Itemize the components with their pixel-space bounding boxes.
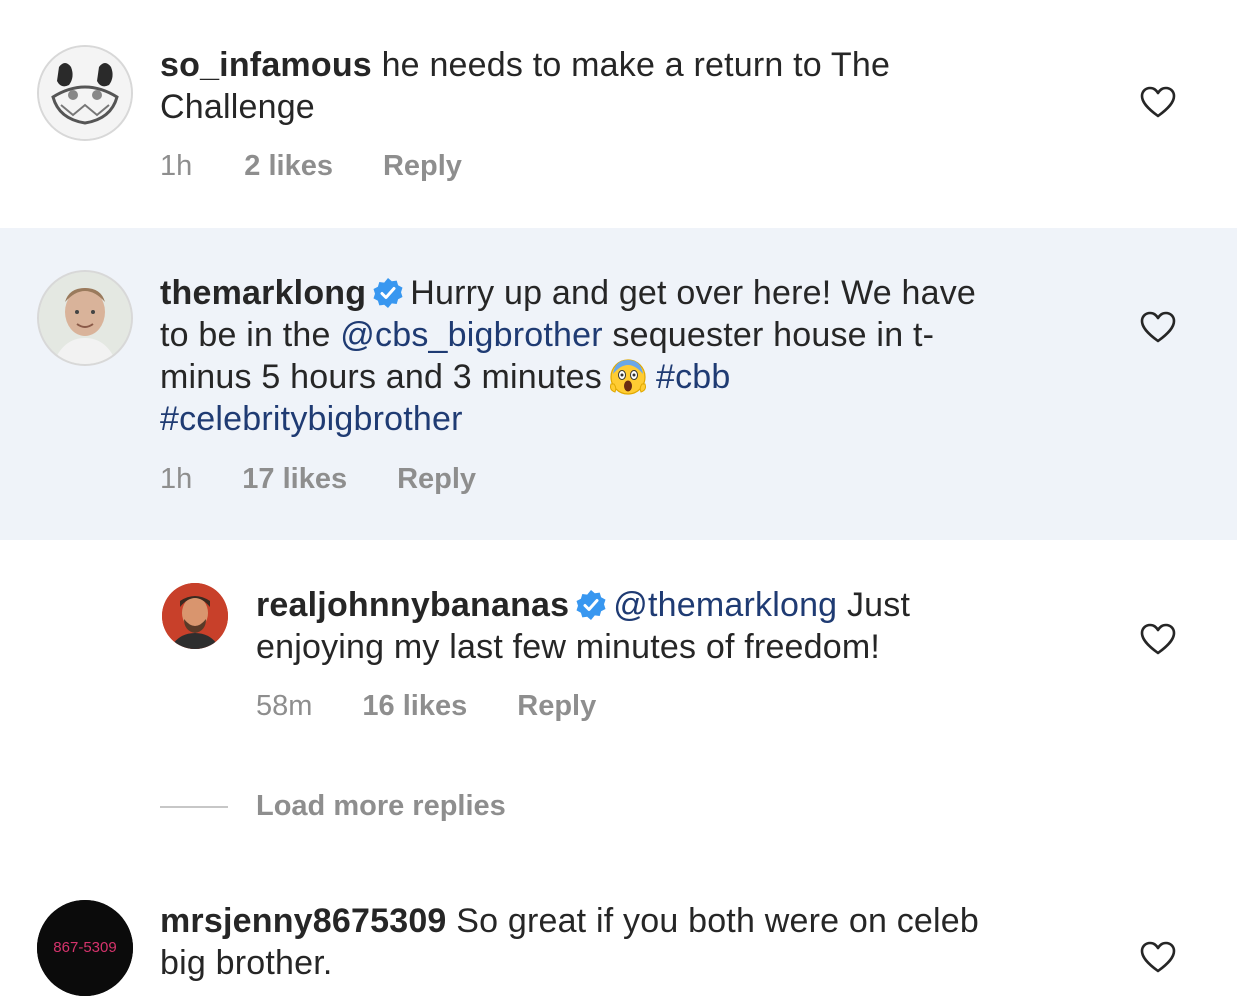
mention-link[interactable]: @cbs_bigbrother — [340, 316, 602, 354]
avatar-photo-icon — [39, 272, 131, 364]
comment-body-line3: minus 5 hours and 3 minutes — [160, 358, 602, 396]
likes-count[interactable]: 17 likes — [242, 463, 347, 496]
comment-body-line2: big brother. — [160, 944, 333, 982]
mention-link[interactable]: @themarklong — [613, 586, 837, 624]
avatar-photo-icon — [162, 583, 228, 649]
username[interactable]: mrsjenny8675309 — [160, 902, 447, 940]
comment-body-line1: Just — [846, 586, 911, 624]
reply-realjohnnybananas: realjohnnybananas @themarklong Just enjo… — [0, 540, 1237, 760]
avatar[interactable] — [37, 45, 133, 141]
comment-themarklong: themarklong Hurry up and get over here! … — [0, 228, 1237, 540]
heart-icon[interactable] — [1139, 85, 1177, 119]
reply-button[interactable]: Reply — [397, 463, 476, 496]
verified-badge-icon — [373, 278, 403, 308]
likes-count[interactable]: 16 likes — [362, 690, 467, 723]
username[interactable]: realjohnnybananas — [256, 586, 569, 624]
divider-line — [160, 805, 228, 808]
reply-button[interactable]: Reply — [383, 150, 462, 183]
comment-body-line1: he needs to make a return to The — [381, 46, 891, 84]
heart-icon[interactable] — [1139, 310, 1177, 344]
comment-meta: 1h 17 likes Reply — [160, 463, 476, 496]
comment-meta: 58m 16 likes Reply — [256, 690, 596, 723]
avatar-text: 867-5309 — [53, 939, 116, 956]
comment-body-line1: So great if you both were on celeb — [456, 902, 979, 940]
load-more-replies[interactable]: Load more replies — [160, 790, 506, 823]
comment-body-line2: Challenge — [160, 88, 315, 126]
likes-count[interactable]: 2 likes — [244, 150, 333, 183]
username[interactable]: themarklong — [160, 274, 366, 312]
avatar-art-icon — [39, 47, 131, 139]
comment-text: themarklong Hurry up and get over here! … — [160, 272, 1100, 440]
timestamp[interactable]: 58m — [256, 690, 312, 723]
timestamp[interactable]: 1h — [160, 463, 192, 496]
avatar[interactable]: 867-5309 — [37, 900, 133, 996]
comment-meta: 1h 2 likes Reply — [160, 150, 462, 183]
comment-body-line2-pre: to be in the — [160, 316, 331, 354]
heart-icon[interactable] — [1139, 940, 1177, 974]
comment-body-line2: enjoying my last few minutes of freedom! — [256, 628, 881, 666]
load-more-label[interactable]: Load more replies — [256, 790, 506, 823]
verified-badge-icon — [576, 590, 606, 620]
reply-button[interactable]: Reply — [517, 690, 596, 723]
comment-text: realjohnnybananas @themarklong Just enjo… — [256, 584, 1156, 668]
scream-emoji-icon — [609, 359, 646, 395]
username[interactable]: so_infamous — [160, 46, 372, 84]
comment-so-infamous: so_infamous he needs to make a return to… — [0, 0, 1237, 228]
comment-mrsjenny8675309: 867-5309 mrsjenny8675309 So great if you… — [0, 860, 1237, 1004]
timestamp[interactable]: 1h — [160, 150, 192, 183]
avatar[interactable] — [162, 583, 228, 649]
avatar-graphic-icon: 867-5309 — [37, 900, 133, 996]
comment-text: mrsjenny8675309 So great if you both wer… — [160, 900, 1100, 984]
comment-body-line2-post: sequester house in t- — [612, 316, 935, 354]
hashtag-link[interactable]: #cbb — [656, 358, 731, 396]
avatar[interactable] — [37, 270, 133, 366]
heart-icon[interactable] — [1139, 622, 1177, 656]
comment-body-line1: Hurry up and get over here! We have — [410, 274, 977, 312]
comment-text: so_infamous he needs to make a return to… — [160, 44, 1100, 128]
hashtag-link[interactable]: #celebritybigbrother — [160, 400, 463, 438]
